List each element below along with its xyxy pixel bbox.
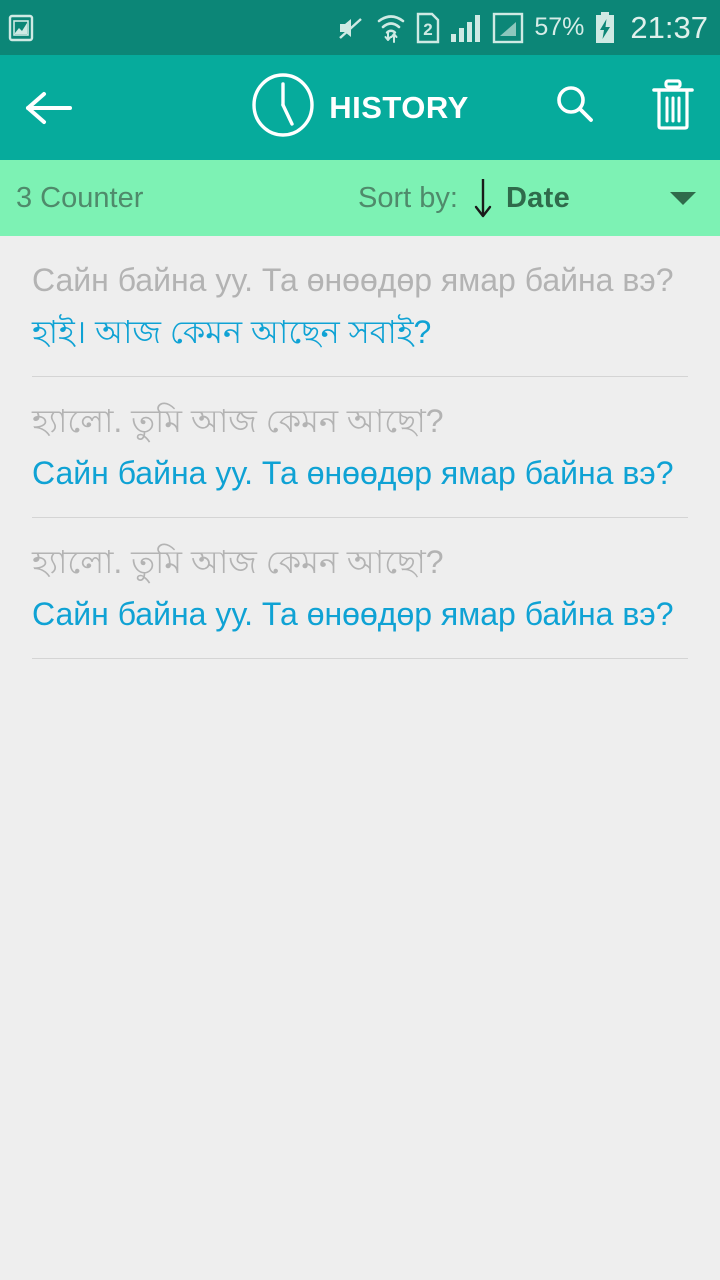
signal-bars-icon bbox=[450, 13, 482, 43]
battery-percent: 57% bbox=[534, 13, 585, 41]
sim-card-2-icon: 2 bbox=[416, 12, 440, 44]
trash-icon bbox=[652, 79, 694, 130]
sort-direction-descending-icon[interactable] bbox=[472, 175, 494, 221]
entry-target-text: হাই। আজ কেমন আছেন সবাই? bbox=[32, 314, 432, 350]
image-icon bbox=[8, 13, 34, 43]
svg-text:2: 2 bbox=[424, 20, 433, 39]
entry-source-text: হ্যালো. তুমি আজ কেমন আছো? bbox=[32, 544, 444, 580]
entry-target-text: Сайн байна уу. Та өнөөдөр ямар байна вэ? bbox=[32, 596, 674, 632]
sort-value[interactable]: Date bbox=[506, 182, 570, 215]
history-entry[interactable]: হ্যালো. তুমি আজ কেমন আছো? Сайн байна уу.… bbox=[0, 377, 720, 495]
search-icon bbox=[557, 86, 593, 122]
delete-all-button[interactable] bbox=[650, 78, 696, 137]
wifi-transfer-icon bbox=[376, 12, 406, 44]
entry-source-text: Сайн байна уу. Та өнөөдөр ямар байна вэ? bbox=[32, 262, 674, 298]
page-title: HISTORY bbox=[329, 89, 469, 125]
history-list[interactable]: Сайн байна уу. Та өнөөдөр ямар байна вэ?… bbox=[0, 236, 720, 659]
counter-label: 3 Counter bbox=[16, 181, 144, 214]
app-bar: HISTORY bbox=[0, 55, 720, 160]
back-button[interactable] bbox=[20, 88, 80, 128]
signal-bars-secondary-icon bbox=[492, 12, 524, 44]
status-bar-clock: 21:37 bbox=[630, 9, 708, 45]
entry-target-text: Сайн байна уу. Та өнөөдөр ямар байна вэ? bbox=[32, 455, 674, 491]
sort-bar: 3 Counter Sort by: Date bbox=[0, 160, 720, 236]
history-screen: 2 57% 21:37 HISTORY 3 Counter Sort by: D… bbox=[0, 0, 720, 1280]
entry-source-text: হ্যালো. তুমি আজ কেমন আছো? bbox=[32, 403, 444, 439]
back-arrow-icon bbox=[26, 91, 72, 124]
search-button[interactable] bbox=[552, 82, 598, 133]
list-divider bbox=[32, 658, 688, 659]
history-entry[interactable]: হ্যালো. তুমি আজ কেমন আছো? Сайн байна уу.… bbox=[0, 518, 720, 636]
status-bar: 2 57% 21:37 bbox=[0, 0, 720, 55]
history-entry[interactable]: Сайн байна уу. Та өнөөдөр ямар байна вэ?… bbox=[0, 236, 720, 354]
clock-icon bbox=[251, 72, 315, 143]
battery-charging-icon bbox=[594, 11, 616, 45]
sort-by-label: Sort by: bbox=[358, 181, 458, 214]
mute-icon bbox=[336, 13, 366, 43]
chevron-down-icon[interactable] bbox=[668, 188, 698, 208]
sort-control[interactable]: Sort by: Date bbox=[358, 175, 698, 221]
